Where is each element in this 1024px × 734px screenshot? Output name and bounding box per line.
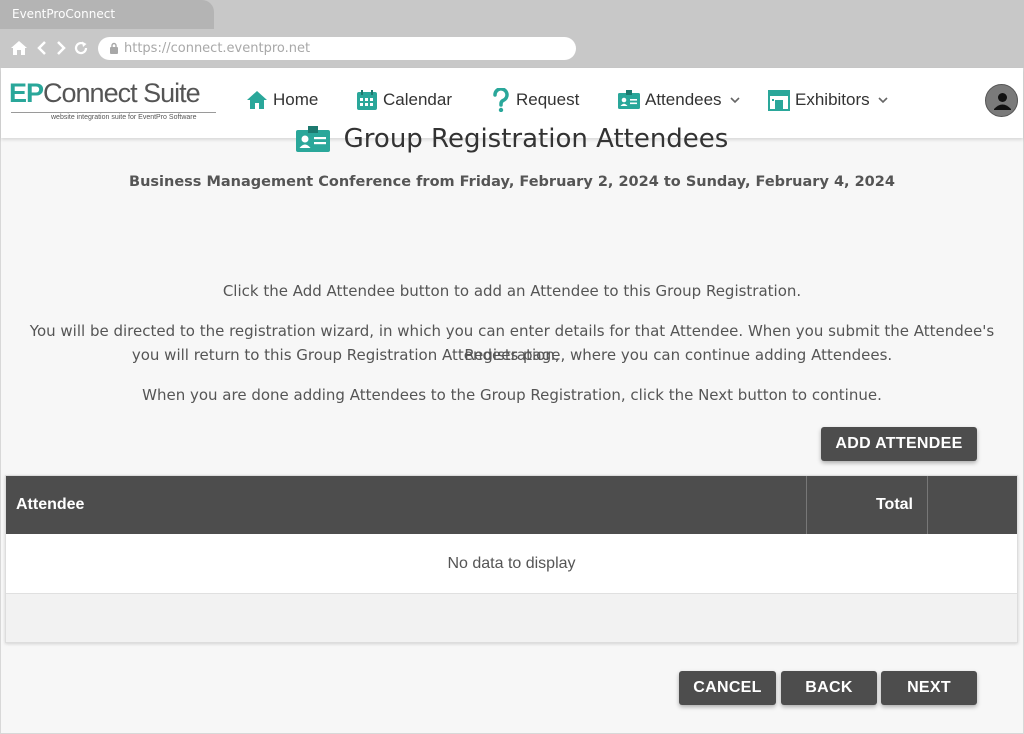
chevron-down-icon: [878, 96, 888, 103]
nav-exhibitors-label: Exhibitors: [795, 90, 870, 109]
nav-attendees[interactable]: Attendees: [618, 87, 745, 113]
page-title-text: Group Registration Attendees: [343, 124, 729, 154]
back-button[interactable]: BACK: [781, 671, 877, 705]
nav-calendar-label: Calendar: [383, 90, 452, 109]
nav-home-label: Home: [273, 90, 319, 109]
nav-attendees-label: Attendees: [645, 90, 722, 109]
id-card-icon: [618, 90, 640, 109]
calendar-icon: [357, 90, 377, 110]
home-icon[interactable]: [10, 39, 28, 57]
event-subtitle: Business Management Conference from Frid…: [129, 174, 895, 190]
id-card-icon: [295, 126, 330, 152]
nav-exhibitors[interactable]: Exhibitors: [768, 87, 893, 113]
lock-icon: [110, 42, 118, 54]
booth-icon: [768, 90, 790, 111]
reload-icon[interactable]: [72, 39, 90, 57]
nav-request-label: Request: [516, 90, 580, 109]
ep-connect-suite-logo[interactable]: EPConnect Suite website integration suit…: [9, 78, 219, 128]
column-header-actions: [928, 476, 1017, 534]
question-icon: [493, 88, 509, 112]
grid-empty-message: No data to display: [6, 534, 1017, 594]
column-header-attendee[interactable]: Attendee: [16, 476, 84, 534]
add-attendee-button[interactable]: ADD ATTENDEE: [821, 427, 977, 461]
instruction-1: Click the Add Attendee button to add an …: [222, 282, 802, 300]
home-icon: [247, 91, 267, 109]
nav-home[interactable]: Home: [246, 87, 318, 113]
next-button[interactable]: NEXT: [881, 671, 977, 705]
logo-ep: EP: [9, 78, 44, 108]
attendee-grid: Attendee Total No data to display: [5, 475, 1018, 643]
forward-arrow-icon[interactable]: [52, 39, 70, 57]
chevron-down-icon: [729, 96, 740, 103]
column-header-total[interactable]: Total: [807, 476, 913, 534]
back-arrow-icon[interactable]: [33, 39, 51, 57]
nav-request[interactable]: Request: [491, 87, 579, 113]
user-avatar-icon[interactable]: [985, 84, 1018, 117]
cancel-button[interactable]: CANCEL: [679, 671, 776, 705]
browser-toolbar: https://connect.eventpro.net: [0, 29, 1024, 68]
grid-footer: [6, 594, 1017, 642]
instruction-3: When you are done adding Attendees to th…: [142, 386, 882, 404]
logo-tagline: website integration suite for EventPro S…: [51, 114, 197, 121]
grid-header: Attendee Total: [6, 476, 1017, 534]
instruction-2b: you will return to this Group Registrati…: [131, 346, 893, 364]
logo-name: Connect Suite: [43, 78, 201, 108]
browser-tab[interactable]: EventProConnect: [0, 0, 214, 29]
url-text: https://connect.eventpro.net: [124, 41, 311, 56]
nav-calendar[interactable]: Calendar: [356, 87, 452, 113]
page-title: Group Registration Attendees: [0, 124, 1024, 159]
browser-chrome: EventProConnect https://connect.eventpro…: [0, 0, 1024, 68]
address-bar[interactable]: https://connect.eventpro.net: [98, 37, 576, 60]
